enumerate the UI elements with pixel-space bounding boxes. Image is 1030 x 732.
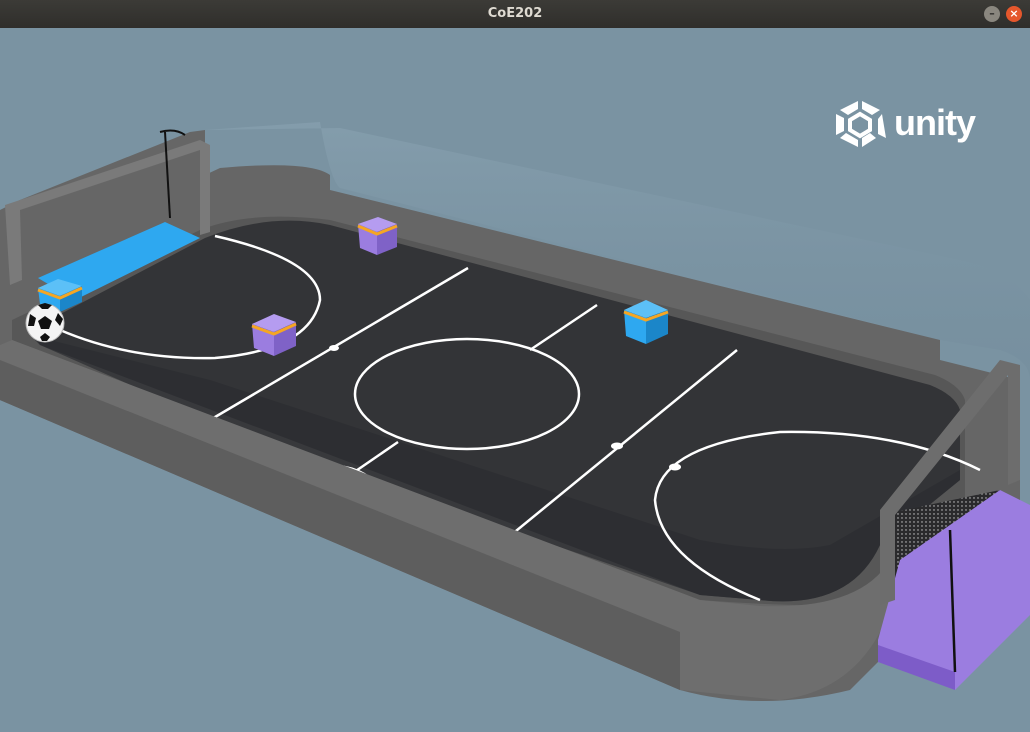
soccer-ball	[25, 303, 65, 343]
window-titlebar[interactable]: CoE202 – ×	[0, 0, 1030, 28]
unity-cube-icon	[836, 101, 886, 147]
spot-center	[611, 442, 623, 450]
close-button[interactable]: ×	[1006, 6, 1022, 22]
unity-logo: unity	[832, 98, 982, 152]
window-title: CoE202	[487, 6, 543, 21]
unity-logo-text: unity	[894, 102, 976, 143]
purple-agent-1	[357, 217, 398, 255]
game-viewport[interactable]: unity	[0, 28, 1030, 732]
minimize-button[interactable]: –	[984, 6, 1000, 22]
spot-left	[329, 345, 339, 351]
spot-right	[669, 463, 681, 471]
blue-goal-net-top	[159, 129, 186, 136]
